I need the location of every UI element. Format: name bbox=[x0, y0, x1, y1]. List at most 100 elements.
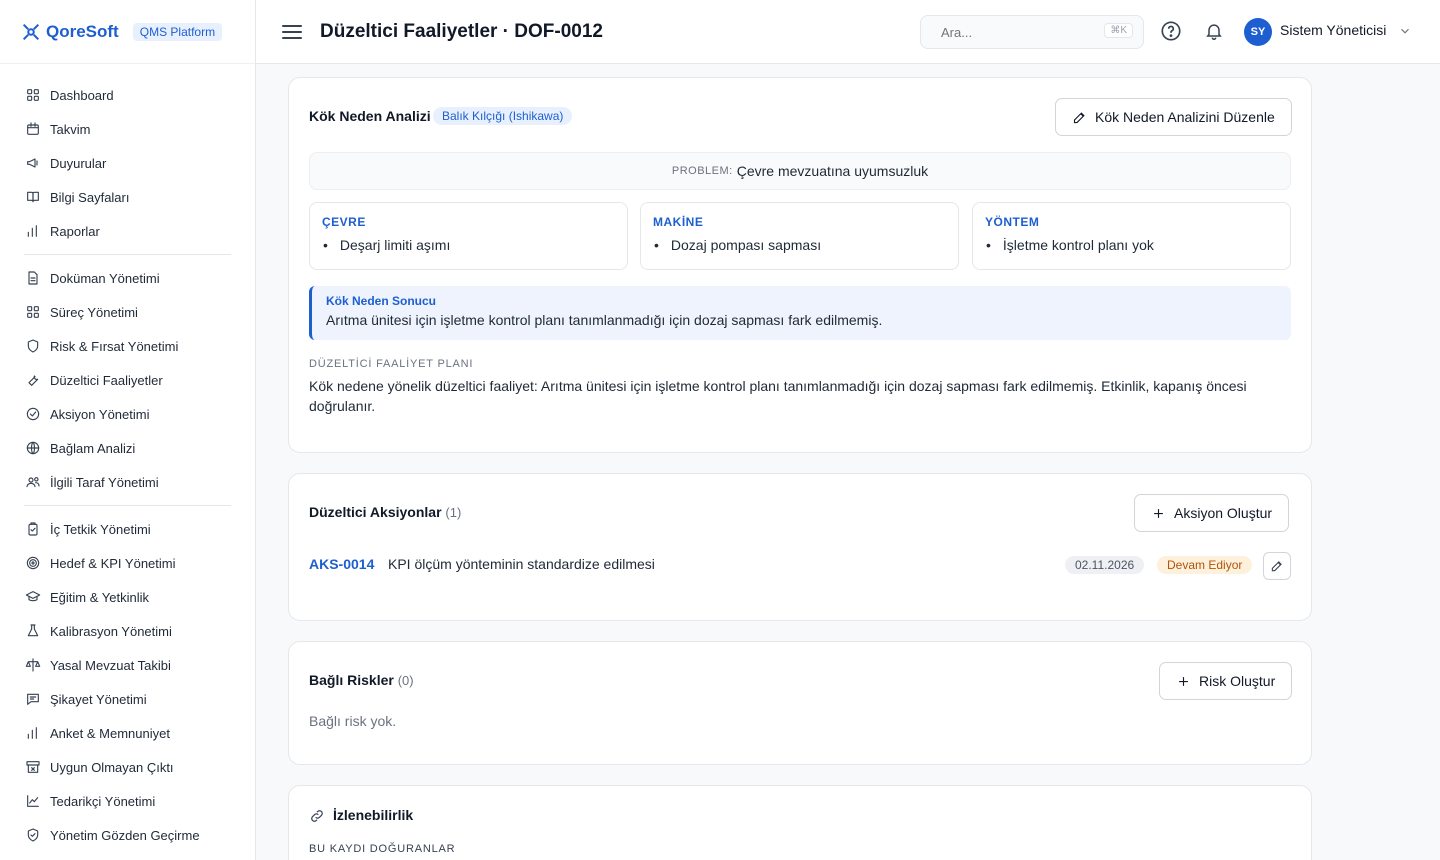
create-action-button[interactable]: Aksiyon Oluştur bbox=[1134, 494, 1290, 532]
create-risk-button[interactable]: Risk Oluştur bbox=[1159, 662, 1293, 700]
plan-label: DÜZELTİCİ FAALİYET PLANI bbox=[309, 358, 474, 370]
sidebar-item-label: Kalibrasyon Yönetimi bbox=[50, 623, 172, 639]
sidebar-item[interactable]: Yasal Mevzuat Takibi bbox=[24, 648, 231, 682]
sidebar-item-label: Aksiyon Yönetimi bbox=[50, 406, 150, 422]
sidebar-item[interactable]: Raporlar bbox=[24, 214, 231, 248]
scale-icon bbox=[24, 656, 42, 674]
sidebar-item-label: İç Tetkik Yönetimi bbox=[50, 521, 151, 537]
sidebar-item[interactable]: Eğitim & Yetkinlik bbox=[24, 580, 231, 614]
brand: QoreSoft QMS Platform bbox=[0, 0, 255, 64]
document-icon bbox=[24, 269, 42, 287]
category-box: ÇEVRE Deşarj limiti aşımı bbox=[309, 202, 628, 270]
sidebar-item[interactable]: Aksiyon Yönetimi bbox=[24, 397, 231, 431]
sidebar-item[interactable]: Doküman Yönetimi bbox=[24, 261, 231, 295]
risks-title-text: Bağlı Riskler bbox=[309, 672, 394, 688]
edit-root-cause-label: Kök Neden Analizini Düzenle bbox=[1095, 109, 1275, 125]
brand-logo[interactable]: QoreSoft bbox=[20, 21, 119, 43]
sidebar-item-label: Tedarikçi Yönetimi bbox=[50, 793, 156, 809]
sidebar-item-label: Bağlam Analizi bbox=[50, 440, 136, 456]
traceability-title: İzlenebilirlik bbox=[333, 807, 414, 823]
menu-toggle-icon[interactable] bbox=[282, 22, 302, 42]
sidebar-item[interactable]: Kalibrasyon Yönetimi bbox=[24, 614, 231, 648]
sidebar-item[interactable]: Bilgi Sayfaları bbox=[24, 180, 231, 214]
pencil-icon bbox=[1271, 561, 1282, 572]
sidebar-item-label: Eğitim & Yetkinlik bbox=[50, 589, 149, 605]
actions-title-text: Düzeltici Aksiyonlar bbox=[309, 504, 442, 520]
shield-check-icon bbox=[24, 826, 42, 844]
check-circle-icon bbox=[24, 405, 42, 423]
search-input[interactable] bbox=[941, 24, 1091, 40]
line-chart-icon bbox=[24, 792, 42, 810]
search-box[interactable]: ⌘K bbox=[920, 15, 1144, 49]
brand-name: QoreSoft bbox=[46, 21, 119, 41]
sidebar-item-label: İlgili Taraf Yönetimi bbox=[50, 474, 159, 490]
avatar[interactable]: SY bbox=[1244, 18, 1272, 46]
method-badge: Balık Kılçığı (Ishikawa) bbox=[433, 107, 573, 125]
sidebar-item[interactable]: Takvim bbox=[24, 112, 231, 146]
plus-icon bbox=[1154, 508, 1163, 518]
sidebar-item[interactable]: Düzeltici Faaliyetler bbox=[24, 363, 231, 397]
sidebar-item-label: Şikayet Yönetimi bbox=[50, 691, 147, 707]
sidebar-item[interactable]: Tedarikçi Yönetimi bbox=[24, 784, 231, 818]
sidebar-item-label: Raporlar bbox=[50, 223, 100, 239]
user-name[interactable]: Sistem Yöneticisi bbox=[1280, 22, 1386, 38]
action-title: KPI ölçüm yönteminin standardize edilmes… bbox=[388, 556, 655, 572]
actions-title: Düzeltici Aksiyonlar (1) bbox=[309, 504, 461, 520]
sidebar-item-label: Süreç Yönetimi bbox=[50, 304, 138, 320]
sidebar-item[interactable]: İç Tetkik Yönetimi bbox=[24, 512, 231, 546]
risks-empty-text: Bağlı risk yok. bbox=[309, 713, 397, 729]
sidebar-item-label: Bilgi Sayfaları bbox=[50, 189, 130, 205]
search-shortcut: ⌘K bbox=[1104, 23, 1133, 38]
page-title: Düzeltici Faaliyetler · DOF-0012 bbox=[320, 20, 603, 42]
bar-chart-icon bbox=[24, 724, 42, 742]
grid-icon bbox=[24, 303, 42, 321]
chevron-down-icon[interactable] bbox=[1398, 24, 1412, 38]
edit-action-button[interactable] bbox=[1263, 552, 1291, 580]
category-title: MAKİNE bbox=[653, 215, 704, 229]
status-badge: Devam Ediyor bbox=[1157, 556, 1253, 574]
sidebar-item-label: Hedef & KPI Yönetimi bbox=[50, 555, 176, 571]
target-icon bbox=[24, 554, 42, 572]
result-text: Arıtma ünitesi için işletme kontrol plan… bbox=[326, 312, 883, 328]
calendar-icon bbox=[24, 120, 42, 138]
sidebar-item[interactable]: Dashboard bbox=[24, 78, 231, 112]
sidebar-divider bbox=[24, 505, 231, 506]
action-id-link[interactable]: AKS-0014 bbox=[309, 556, 374, 572]
sidebar-divider bbox=[24, 254, 231, 255]
problem-box: PROBLEM: Çevre mevzuatına uyumsuzluk bbox=[309, 152, 1291, 190]
sidebar-item[interactable]: Bağlam Analizi bbox=[24, 431, 231, 465]
help-icon[interactable] bbox=[1160, 20, 1182, 42]
plan-text: Kök nedene yönelik düzeltici faaliyet: A… bbox=[309, 378, 1247, 414]
grid-icon bbox=[24, 86, 42, 104]
bell-icon[interactable] bbox=[1204, 21, 1226, 43]
sidebar-item-label: Yönetim Gözden Geçirme bbox=[50, 827, 200, 843]
create-action-label: Aksiyon Oluştur bbox=[1174, 505, 1273, 521]
sidebar-item-label: Yasal Mevzuat Takibi bbox=[50, 657, 171, 673]
sidebar-item-label: Doküman Yönetimi bbox=[50, 270, 160, 286]
sidebar-item[interactable]: Yönetim Gözden Geçirme bbox=[24, 818, 231, 852]
root-cause-card: Kök Neden Analizi Balık Kılçığı (Ishikaw… bbox=[288, 77, 1312, 453]
sidebar-item-label: Düzeltici Faaliyetler bbox=[50, 372, 163, 388]
sidebar-item-label: Dashboard bbox=[50, 87, 114, 103]
sidebar-item[interactable]: Şikayet Yönetimi bbox=[24, 682, 231, 716]
traceability-subtitle: BU KAYDI DOĞURANLAR bbox=[309, 843, 456, 855]
sidebar-item[interactable]: Risk & Fırsat Yönetimi bbox=[24, 329, 231, 363]
flask-icon bbox=[24, 622, 42, 640]
sidebar-item[interactable]: Süreç Yönetimi bbox=[24, 295, 231, 329]
bar-chart-icon bbox=[24, 222, 42, 240]
users-icon bbox=[24, 473, 42, 491]
sidebar-item[interactable]: Duyurular bbox=[24, 146, 231, 180]
sidebar-nav: Dashboard Takvim Duyurular Bilgi Sayfaları R… bbox=[0, 64, 255, 852]
top-header: Düzeltici Faaliyetler · DOF-0012 ⌘K SY S… bbox=[256, 0, 1440, 64]
sidebar-item[interactable]: Uygun Olmayan Çıktı bbox=[24, 750, 231, 784]
sidebar-item-label: Anket & Memnuniyet bbox=[50, 725, 170, 741]
sidebar-item[interactable]: Hedef & KPI Yönetimi bbox=[24, 546, 231, 580]
problem-label: PROBLEM: bbox=[671, 165, 733, 177]
actions-count: (1) bbox=[445, 505, 462, 520]
edit-root-cause-button[interactable]: Kök Neden Analizini Düzenle bbox=[1055, 98, 1292, 136]
sidebar-item[interactable]: İlgili Taraf Yönetimi bbox=[24, 465, 231, 499]
result-title: Kök Neden Sonucu bbox=[326, 294, 437, 308]
sidebar-item[interactable]: Anket & Memnuniyet bbox=[24, 716, 231, 750]
shield-icon bbox=[24, 337, 42, 355]
sidebar-item-label: Duyurular bbox=[50, 155, 107, 171]
